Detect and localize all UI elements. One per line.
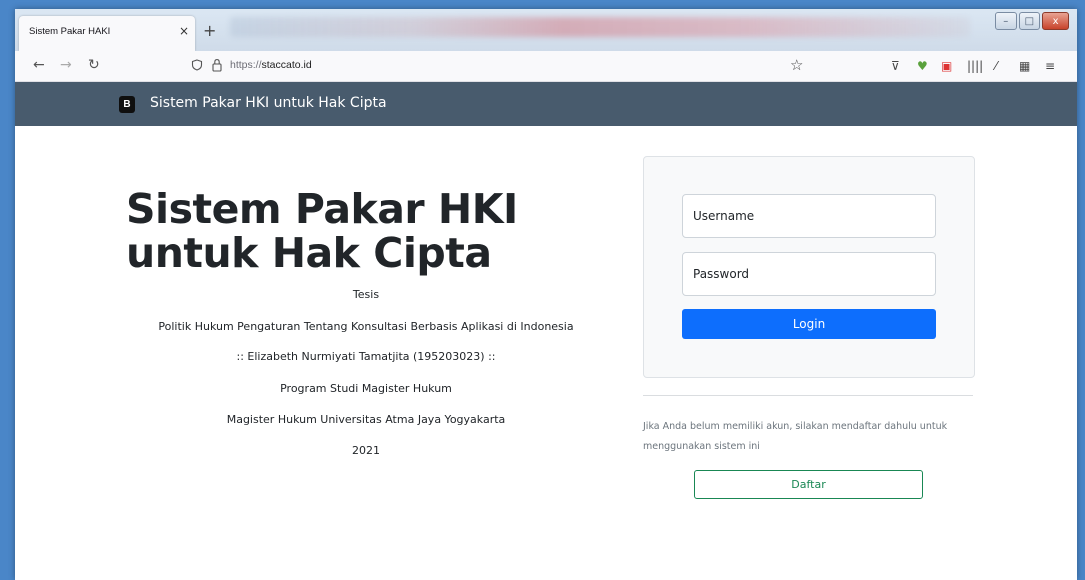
subtitle-program: Program Studi Magister Hukum	[280, 382, 452, 395]
page-title-line2: untuk Hak Cipta	[126, 229, 492, 277]
library-icon[interactable]: ||||	[967, 59, 983, 73]
subtitle-thesis: Tesis	[352, 288, 380, 301]
subtitle-author: :: Elizabeth Nurmiyati Tamatjita (195203…	[236, 350, 496, 363]
login-card: Login	[643, 156, 975, 378]
close-window-button[interactable]: x	[1042, 12, 1070, 30]
register-note: Jika Anda belum memiliki akun, silakan m…	[643, 421, 948, 452]
tab-title: Sistem Pakar HAKI	[29, 26, 111, 37]
subtitle-thesis-title: Politik Hukum Pengaturan Tentang Konsult…	[158, 320, 574, 333]
pocket-icon[interactable]: ⊽	[891, 59, 900, 73]
new-tab-button[interactable]: +	[203, 21, 216, 40]
download-extension-icon[interactable]: ♥	[917, 59, 928, 73]
username-input[interactable]	[682, 194, 936, 238]
subtitle-year: 2021	[352, 444, 380, 457]
login-button[interactable]: Login	[682, 309, 936, 339]
password-input[interactable]	[682, 252, 936, 296]
lock-icon[interactable]	[211, 58, 223, 72]
back-icon[interactable]: ←	[33, 57, 45, 73]
site-navbar: B Sistem Pakar HKI untuk Hak Cipta	[15, 82, 1077, 126]
tab-strip: Sistem Pakar HAKI × + – □ x	[15, 9, 1077, 51]
grid-icon[interactable]: ▦	[1019, 59, 1030, 73]
minimize-button[interactable]: –	[995, 12, 1017, 30]
bootstrap-logo-icon[interactable]: B	[119, 96, 135, 113]
eyedropper-icon[interactable]: ⁄	[995, 59, 997, 73]
close-icon[interactable]: ×	[179, 24, 189, 38]
url-host: staccato.id	[261, 59, 312, 71]
register-button[interactable]: Daftar	[694, 470, 923, 499]
background-tabs	[230, 17, 970, 37]
address-bar[interactable]: https://staccato.id	[230, 59, 312, 71]
maximize-button[interactable]: □	[1018, 12, 1041, 30]
browser-toolbar: ← → ↻ https://staccato.id ☆ ⊽ ♥ ▣ |||| ⁄…	[15, 51, 1077, 82]
page-title: Sistem Pakar HKI untuk Hak Cipta	[126, 187, 518, 275]
navbar-brand[interactable]: Sistem Pakar HKI untuk Hak Cipta	[150, 95, 387, 111]
menu-icon[interactable]: ≡	[1045, 59, 1055, 73]
page-title-line1: Sistem Pakar HKI	[126, 185, 518, 233]
bookmark-star-icon[interactable]: ☆	[790, 56, 803, 74]
forward-icon[interactable]: →	[60, 57, 72, 73]
reload-icon[interactable]: ↻	[88, 57, 100, 73]
window-controls: – □ x	[995, 12, 1070, 30]
subtitle-university: Magister Hukum Universitas Atma Jaya Yog…	[226, 413, 506, 426]
divider	[643, 395, 973, 396]
new-extension-icon[interactable]: ▣	[941, 59, 952, 73]
shield-icon[interactable]	[191, 59, 203, 71]
url-scheme: https://	[230, 59, 262, 71]
browser-tab[interactable]: Sistem Pakar HAKI ×	[19, 16, 195, 51]
browser-window: Sistem Pakar HAKI × + – □ x ← → ↻ https:…	[15, 9, 1077, 580]
